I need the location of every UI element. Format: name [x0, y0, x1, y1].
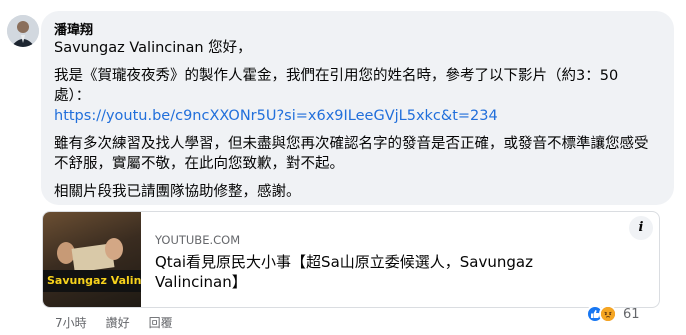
- avatar-photo-icon: [7, 15, 39, 47]
- comment-thread: 潘瑋翔 Savungaz Valincinan 您好， 我是《賀瓏夜夜秀》的製作…: [0, 0, 686, 335]
- comment-body: Savungaz Valincinan 您好， 我是《賀瓏夜夜秀》的製作人霍金，…: [54, 38, 654, 210]
- comment-author[interactable]: 潘瑋翔: [54, 19, 93, 38]
- link-preview-thumbnail[interactable]: Savungaz Valincinan: [43, 212, 141, 307]
- comment-paragraph: 我是《賀瓏夜夜秀》的製作人霍金，我們在引用您的姓名時，參考了以下影片（約3：50…: [54, 66, 654, 126]
- link-preview-card[interactable]: Savungaz Valincinan YOUTUBE.COM Qtai看見原民…: [42, 211, 660, 308]
- youtube-link[interactable]: https://youtu.be/c9ncXXONr5U?si=x6x9ILee…: [54, 108, 498, 124]
- comment-greeting: Savungaz Valincinan 您好，: [54, 40, 252, 56]
- info-icon[interactable]: i: [629, 216, 653, 240]
- comment-timestamp[interactable]: 7小時: [55, 314, 87, 331]
- comment-intro-text: 我是《賀瓏夜夜秀》的製作人霍金，我們在引用您的姓名時，參考了以下影片（約3：50…: [54, 68, 619, 104]
- comment-closing-text: 相關片段我已請團隊協助修整，感謝。: [54, 184, 301, 200]
- like-button[interactable]: 讚好: [106, 314, 130, 331]
- comment-actions: 7小時 讚好 回覆: [55, 314, 173, 331]
- link-domain: YOUTUBE.COM: [155, 233, 241, 247]
- avatar[interactable]: [7, 15, 39, 47]
- reaction-summary[interactable]: 61: [586, 305, 640, 323]
- reaction-count: 61: [623, 306, 640, 322]
- angry-icon: [599, 305, 617, 323]
- thumbnail-caption: Savungaz Valincinan: [47, 274, 141, 287]
- comment-apology-text: 雖有多次練習及找人學習，但未盡與您再次確認名字的發音是否正確，或發音不標準讓您感…: [54, 136, 649, 172]
- thumbnail-person-2: [105, 238, 123, 260]
- reply-button[interactable]: 回覆: [149, 314, 173, 331]
- comment-bubble: 潘瑋翔 Savungaz Valincinan 您好， 我是《賀瓏夜夜秀》的製作…: [41, 11, 674, 205]
- link-title[interactable]: Qtai看見原民大小事【超Sa山原立委候選人，Savungaz Valincin…: [155, 252, 595, 292]
